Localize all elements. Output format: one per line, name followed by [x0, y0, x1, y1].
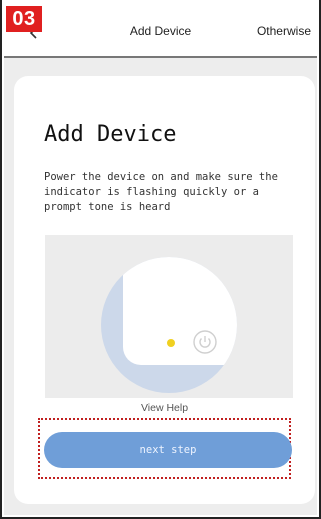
- device-face: [123, 257, 237, 365]
- indicator-light-icon: [167, 339, 175, 347]
- power-icon: [193, 330, 217, 354]
- view-help-link[interactable]: View Help: [14, 402, 315, 414]
- card-description: Power the device on and make sure the in…: [44, 171, 278, 213]
- otherwise-button[interactable]: Otherwise: [257, 24, 311, 38]
- app-frame: 03 Add Device Otherwise Add Device Power…: [0, 0, 321, 519]
- device-circle: [101, 257, 237, 393]
- card-title: Add Device: [44, 122, 177, 147]
- device-illustration: [45, 235, 293, 398]
- step-badge: 03: [6, 6, 42, 32]
- next-step-button[interactable]: next step: [44, 432, 292, 468]
